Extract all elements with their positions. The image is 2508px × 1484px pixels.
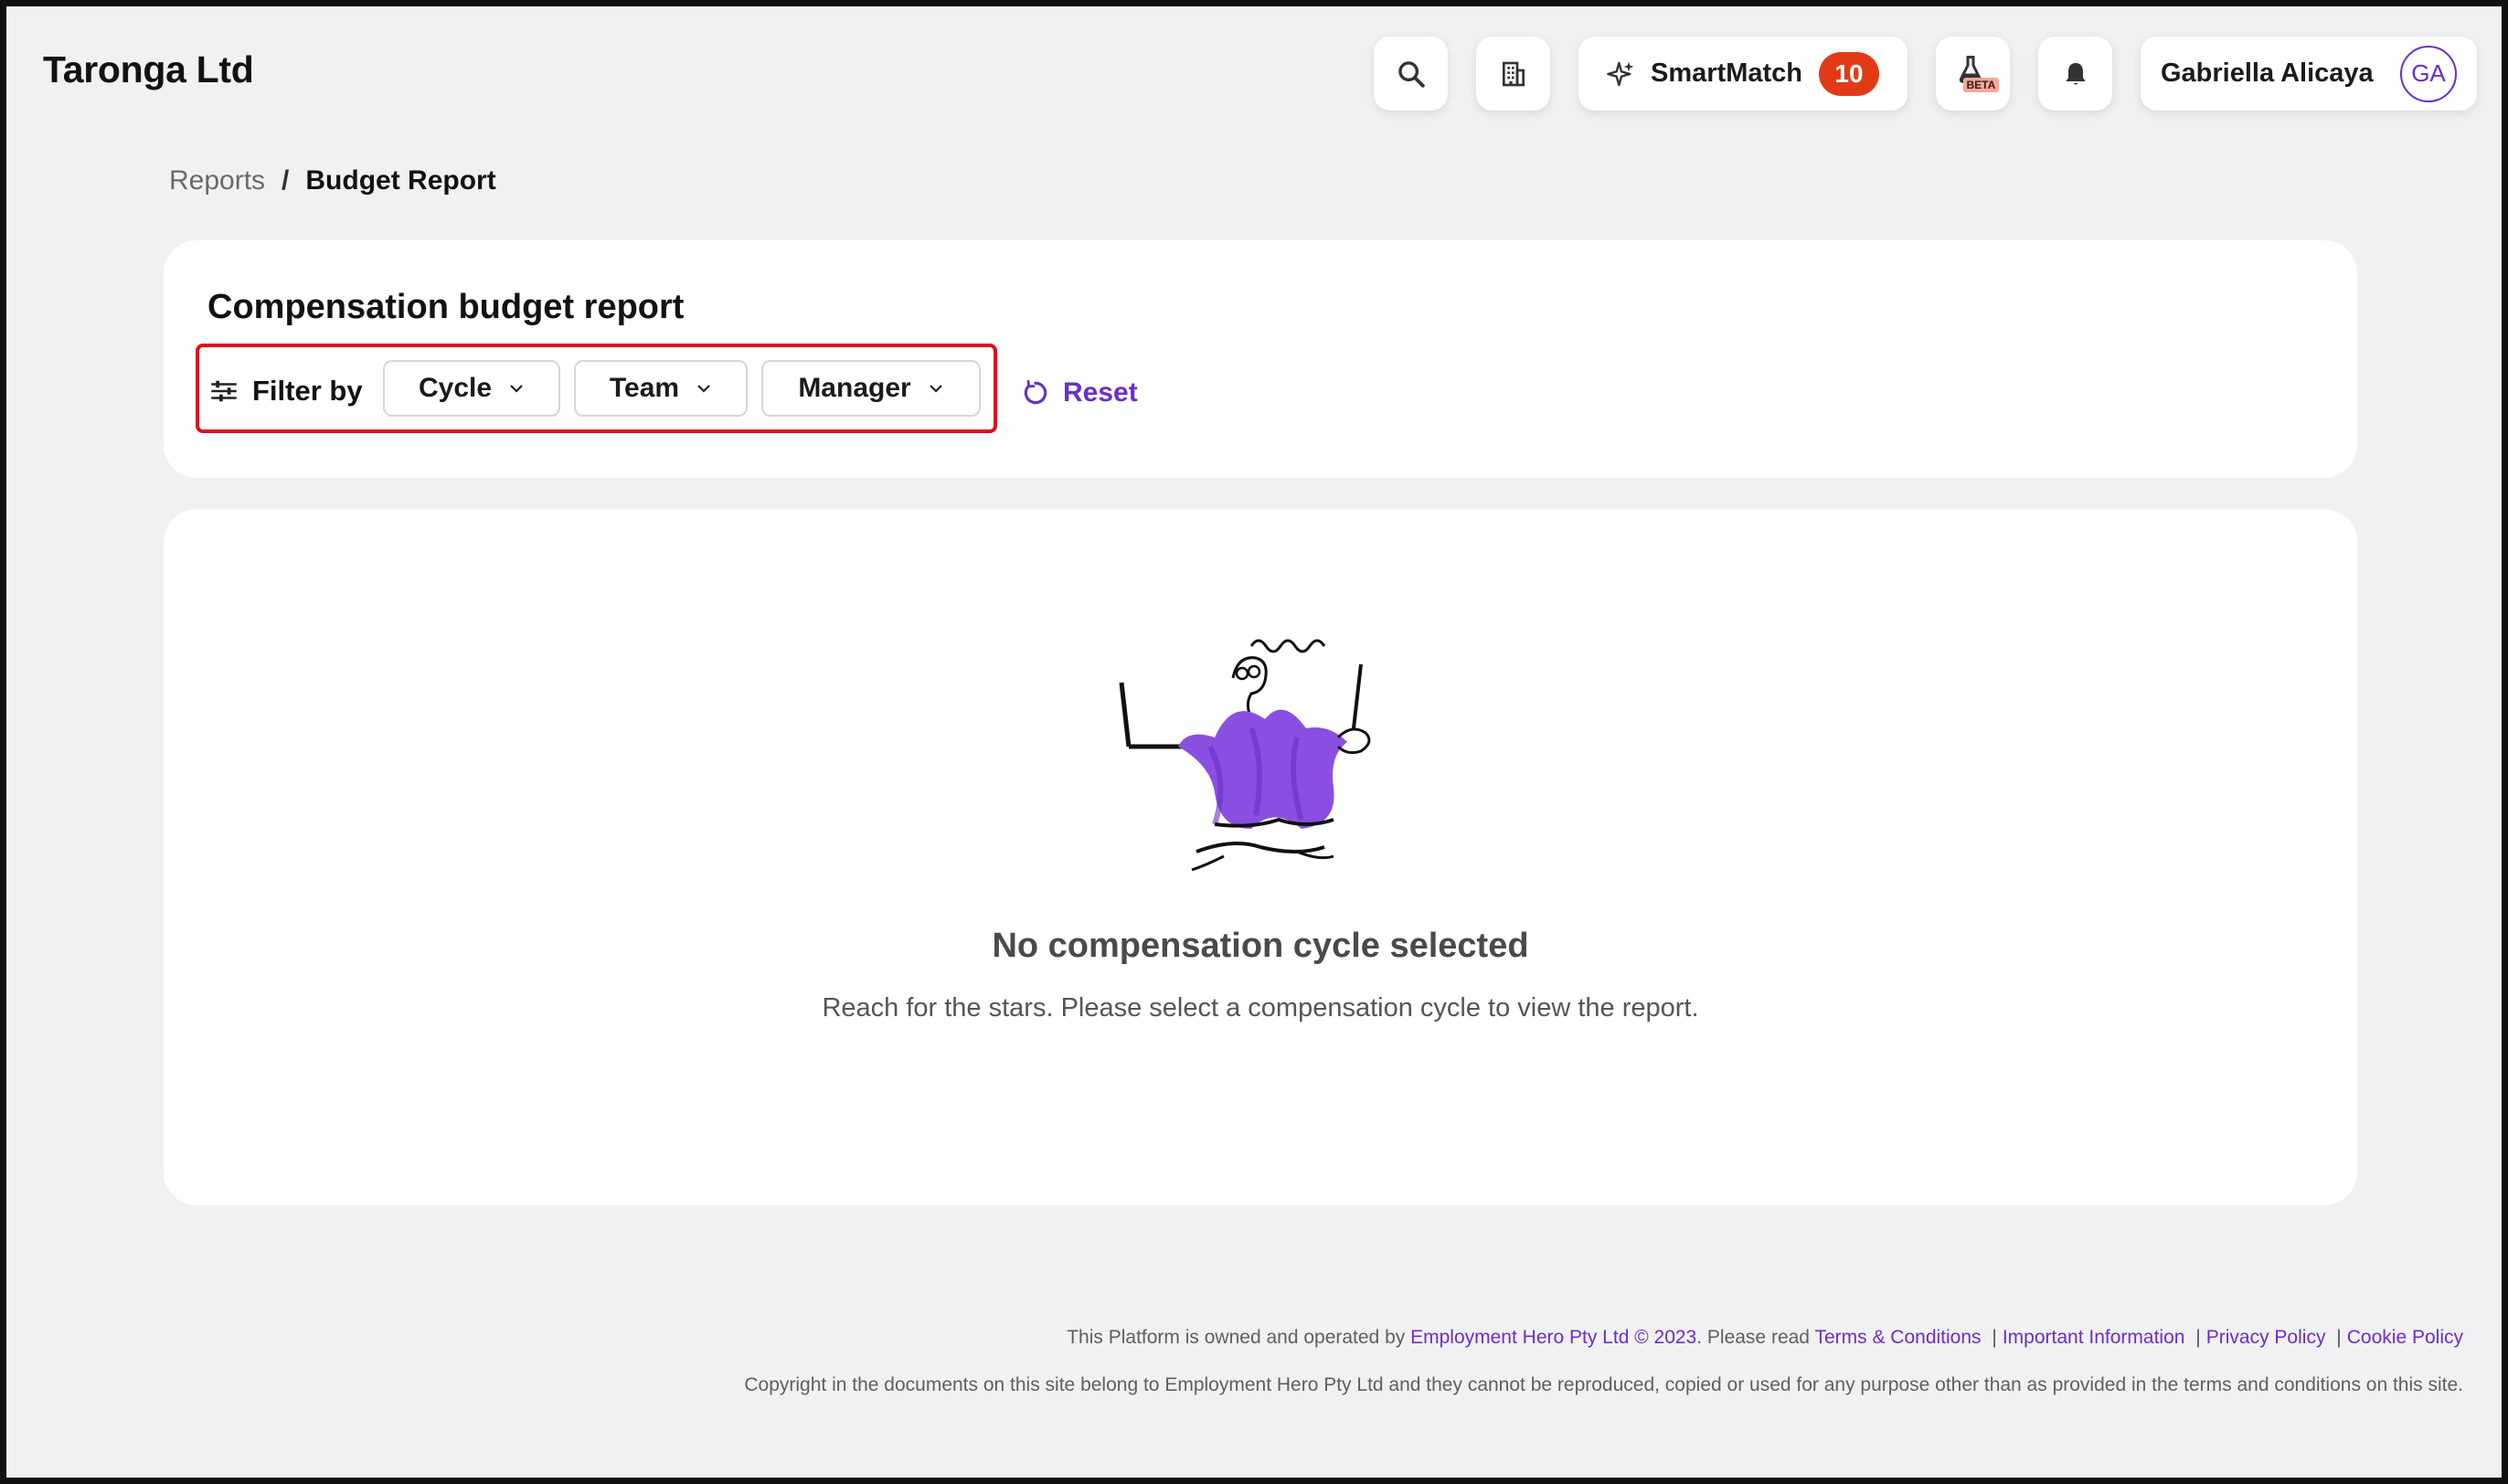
search-icon bbox=[1397, 60, 1425, 88]
app-window: Taronga Ltd SmartMatch 10 BETA Gabriella… bbox=[0, 0, 2508, 1484]
organisation-button[interactable] bbox=[1476, 37, 1550, 111]
page-title: Compensation budget report bbox=[207, 288, 685, 326]
footer-owner-link[interactable]: Employment Hero Pty Ltd © 2023 bbox=[1410, 1327, 1696, 1348]
avatar: GA bbox=[2400, 45, 2457, 102]
empty-state-description: Reach for the stars. Please select a com… bbox=[822, 993, 1699, 1023]
team-dropdown-label: Team bbox=[609, 373, 680, 403]
filter-card: Compensation budget report Filter by Cyc… bbox=[164, 240, 2357, 478]
footer-privacy-link[interactable]: Privacy Policy bbox=[2206, 1327, 2326, 1348]
chevron-down-icon bbox=[510, 385, 523, 393]
empty-state-illustration bbox=[1119, 639, 1371, 872]
smartmatch-count-badge: 10 bbox=[1819, 51, 1879, 96]
beta-tag: BETA bbox=[1962, 77, 2000, 92]
cycle-dropdown-label: Cycle bbox=[418, 373, 493, 403]
breadcrumb: Reports / Budget Report bbox=[169, 165, 496, 196]
footer-legal: This Platform is owned and operated by E… bbox=[1067, 1327, 2463, 1349]
reset-button[interactable]: Reset bbox=[1021, 377, 1138, 408]
breadcrumb-reports-link[interactable]: Reports bbox=[169, 165, 265, 196]
cycle-dropdown[interactable]: Cycle bbox=[383, 360, 560, 417]
chevron-down-icon bbox=[697, 385, 710, 393]
building-icon bbox=[1502, 61, 1525, 86]
search-button[interactable] bbox=[1374, 37, 1448, 111]
breadcrumb-current: Budget Report bbox=[305, 165, 496, 196]
footer-owned-text: This Platform is owned and operated by bbox=[1067, 1327, 1406, 1348]
user-name: Gabriella Alicaya bbox=[2161, 58, 2374, 88]
footer-read-text: . Please read bbox=[1696, 1327, 1810, 1348]
manager-dropdown[interactable]: Manager bbox=[761, 360, 981, 417]
team-dropdown[interactable]: Team bbox=[574, 360, 748, 417]
smartmatch-label: SmartMatch bbox=[1651, 58, 1802, 88]
refresh-icon bbox=[1024, 379, 1047, 405]
footer-separator: | bbox=[2336, 1327, 2342, 1348]
chevron-down-icon bbox=[929, 385, 942, 393]
report-card: No compensation cycle selected Reach for… bbox=[164, 509, 2357, 1205]
footer-separator: | bbox=[2195, 1327, 2201, 1348]
filter-by-text: Filter by bbox=[252, 375, 363, 407]
footer-separator: | bbox=[1992, 1327, 1997, 1348]
beta-features-button[interactable]: BETA bbox=[1936, 37, 2010, 111]
manager-dropdown-label: Manager bbox=[798, 373, 911, 403]
bell-icon bbox=[2065, 62, 2086, 85]
filter-group: Filter by Cycle Team Manager bbox=[196, 344, 997, 433]
reset-label: Reset bbox=[1063, 377, 1138, 408]
footer-cookie-link[interactable]: Cookie Policy bbox=[2347, 1327, 2463, 1348]
user-menu[interactable]: Gabriella Alicaya GA bbox=[2141, 37, 2477, 111]
footer-copyright: Copyright in the documents on this site … bbox=[744, 1374, 2463, 1395]
footer-terms-link[interactable]: Terms & Conditions bbox=[1814, 1327, 1981, 1348]
empty-state-title: No compensation cycle selected bbox=[992, 927, 1529, 965]
notifications-button[interactable] bbox=[2038, 37, 2112, 111]
filter-by-label: Filter by bbox=[210, 375, 363, 408]
sliders-icon bbox=[211, 380, 237, 402]
breadcrumb-separator: / bbox=[282, 165, 290, 196]
company-name[interactable]: Taronga Ltd bbox=[43, 48, 254, 91]
footer-important-info-link[interactable]: Important Information bbox=[2003, 1327, 2185, 1348]
smartmatch-button[interactable]: SmartMatch 10 bbox=[1578, 37, 1908, 111]
sparkle-icon bbox=[1607, 61, 1634, 86]
